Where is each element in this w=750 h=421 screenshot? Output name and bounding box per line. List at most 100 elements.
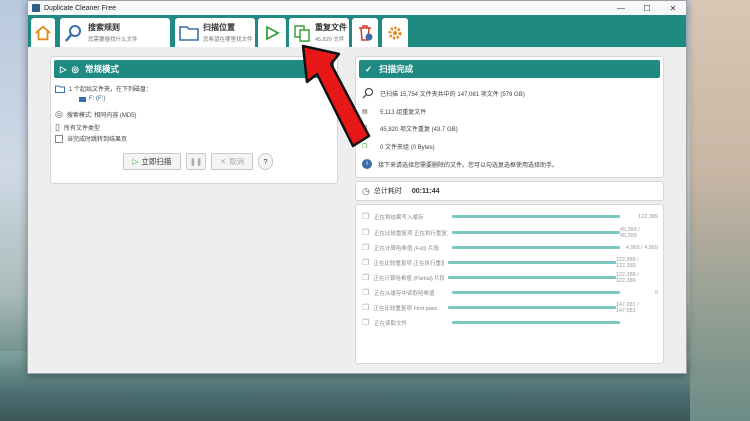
drive-label: F: (F:) [89,96,106,102]
progress-row-label: 正在比较重复项 正在执行重复文件检测 (2) [373,230,448,237]
minimize-button[interactable]: — [608,4,634,13]
progress-row: ❐ 正在读取文件 [362,317,658,328]
progress-track [452,321,620,324]
progress-track [447,261,616,264]
cancel-button[interactable]: ✕ 取消 [211,153,253,170]
home-icon [35,25,51,40]
play-icon [266,24,280,41]
progress-row-value: 147,081 / 147,081 [615,301,639,314]
elapsed-label: 总计耗时 [373,188,402,195]
file-types-text: 所有文件类型 [63,126,100,132]
tab-scan-location[interactable]: 扫描位置您希望在哪里找文件 [175,18,255,47]
progress-bar-fill [447,276,616,279]
scan-complete-title: 扫描完成 [379,64,414,74]
progress-row-label: 正在读取文件 [374,320,408,327]
duplicate-files-icon [294,24,310,42]
progress-row: ❐ 正在计算哈希值 (Partial) 片段 122,389 / 122,389 [362,271,658,284]
progress-row-value: 122,389 / 122,389 [615,271,639,284]
progress-log-panel: ❐正在将结果写入缓存122,389❐正在比较重复项 正在执行重复文件检测 (2)… [355,204,664,364]
elapsed-value: 00:11:44 [411,187,440,195]
progress-row-value: 0 [654,289,658,296]
hint-text: 接下来请选择您需要删除的文件。您可以勾选复选框使用选择助手。 [378,162,559,169]
tab-scan[interactable] [258,18,286,47]
maximize-button[interactable]: ☐ [634,4,660,13]
clock-icon: ◷ [362,185,370,196]
desktop-background-right [690,0,750,421]
dup-files-text: 45,820 项文件重复 (43.7 GB) [380,127,458,133]
progress-row-label: 正在将结果写入缓存 [374,214,424,221]
progress-bar-fill [452,321,620,324]
close-button[interactable]: ✕ [660,4,686,13]
progress-track [451,231,620,234]
progress-bar-fill [452,291,620,294]
dup-groups-text: 5,113 组重复文件 [380,110,427,116]
progress-track [452,215,620,218]
pause-button[interactable]: ❚❚ [186,153,206,170]
info-icon: i [362,159,372,169]
progress-row-icon: ❐ [362,318,370,327]
goto-results-row[interactable]: 当完成时跳转到结果页 [55,134,127,143]
progress-row: ❐正在比较重复项 正在执行重复文件检测 (2) 122,389 / 122,389 [362,256,658,269]
progress-row: ❐正在比较重复项 正在执行重复文件检测 (2) 45,399 / 45,399 [362,226,658,239]
file-type-icon: ▯ [55,122,60,132]
progress-row-icon: ❐ [362,243,370,252]
cancel-x-icon: ✕ [219,157,227,166]
elapsed-time-bar: ◷ 总计耗时 00:11:44 [355,181,664,201]
goto-results-checkbox[interactable] [55,134,63,143]
home-tab[interactable] [31,18,55,47]
app-icon [32,4,40,12]
scan-result-panel: ✓ 扫描完成 已扫描 15,754 文件夹共中的 147,081 项文件 (57… [355,56,664,178]
progress-row: ❐ 正在计算哈希值 (Full) 片段 4,965 / 4,965 [362,242,658,253]
search-icon [65,24,81,42]
scan-now-button[interactable]: ▷ 立即扫描 [123,153,181,170]
drive-row[interactable]: F: (F:) [79,96,105,102]
dup-files-row: ❐ 45,820 项文件重复 (43.7 GB) [362,124,458,133]
progress-track [447,276,616,279]
progress-track [452,246,620,249]
progress-bar-fill [452,246,620,249]
pause-icon: ❚❚ [189,157,203,166]
progress-row-icon: ❐ [362,303,370,312]
search-mode-row: ◎ 搜索模式: 相同内容 (MD5) [55,109,137,120]
help-label: ? [263,157,268,166]
progress-row-icon: ❐ [362,273,370,282]
scan-complete-header: ✓ 扫描完成 [359,60,660,78]
window-title: Duplicate Cleaner Free [44,4,116,12]
scan-now-label: 立即扫描 [141,157,172,166]
drive-icon [79,96,86,102]
progress-row-icon: ❐ [362,288,370,297]
folder-summary-text: 1 个起始文件夹，在下列磁盘： [69,87,153,93]
play-small-icon: ▷ [60,63,67,74]
zero-files-text: 0 文件夹组 (0 Bytes) [380,145,435,151]
tab-duplicate-files-title: 重复文件 [315,23,347,32]
fingerprint-small-icon: ◎ [55,109,63,119]
progress-row-label: 正在计算哈希值 (Partial) 片段 [373,275,444,282]
tab-scan-location-title: 扫描位置 [203,23,235,32]
goto-results-label: 当完成时跳转到结果页 [67,137,128,143]
standard-mode-header: ▷ ◎ 常规模式 [54,60,334,78]
progress-row: ❐ 正在从缓存中读取哈希值 0 [362,287,658,298]
progress-row-value: 45,399 / 45,399 [619,226,640,239]
progress-row-value: 122,389 [638,213,658,220]
tab-settings[interactable] [382,18,408,47]
scanned-row: 已扫描 15,754 文件夹共中的 147,081 项文件 (579 GB) [362,87,525,99]
title-bar: Duplicate Cleaner Free — ☐ ✕ [28,1,686,15]
progress-track [447,306,616,309]
standard-mode-title: 常规模式 [84,64,119,74]
progress-row-value: 4,965 / 4,965 [625,244,658,251]
play-green-icon: ▷ [132,157,139,166]
fingerprint-icon: ◎ [71,63,79,74]
tab-scan-location-subtitle: 您希望在哪里找文件 [203,37,253,43]
annotation-arrow [301,44,371,148]
progress-row-label: 正在比较重复项 正在执行重复文件检测 (2) [373,260,444,267]
progress-bar-fill [447,261,616,264]
tab-search-rules[interactable]: 搜索规则 您需要搜找什么文件 [60,18,170,47]
progress-row-icon: ❐ [362,212,370,221]
progress-bar-fill [451,231,620,234]
help-button[interactable]: ? [258,153,273,170]
progress-row-label: 正在从缓存中读取哈希值 [374,290,435,297]
cancel-label: 取消 [229,157,245,166]
search-mode-text: 搜索模式: 相同内容 (MD5) [66,113,137,119]
progress-row-label: 正在计算哈希值 (Full) 片段 [374,245,440,252]
progress-row-value: 122,389 / 122,389 [615,256,639,269]
